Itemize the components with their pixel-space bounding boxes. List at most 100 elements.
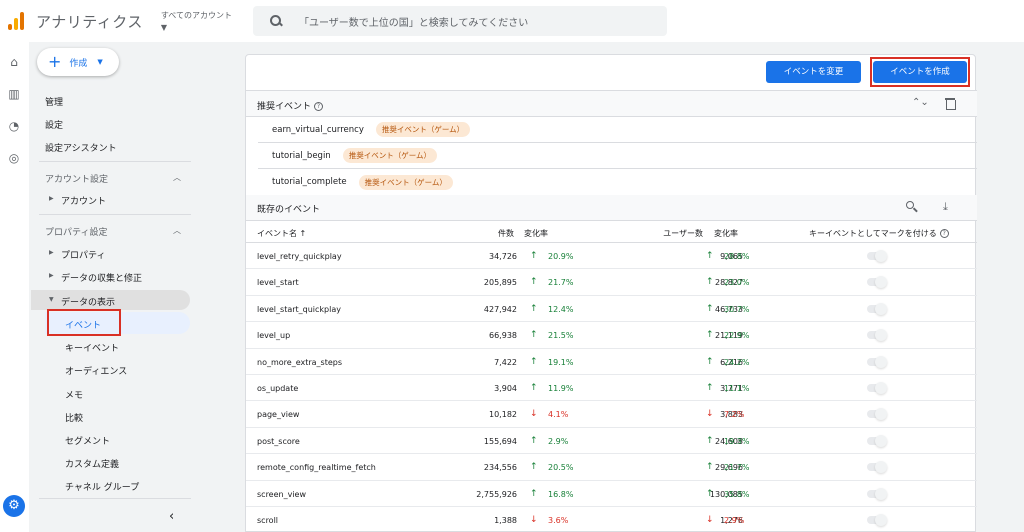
table-row[interactable]: level_retry_quickplay 34,726 ↑ 20.9% 9,065 ↑ 2…: [246, 243, 977, 270]
nav-key-events[interactable]: キーイベント: [65, 341, 119, 354]
event-name[interactable]: scroll: [257, 516, 278, 525]
key-event-toggle[interactable]: [865, 514, 887, 526]
column-header-change-rate-users[interactable]: 変化率: [714, 228, 738, 239]
expand-collapse-icon[interactable]: ⌃⌄: [912, 97, 929, 108]
table-row[interactable]: screen_view 2,755,926 ↑ 16.8% 130,085 ↑ 35.8%: [246, 481, 977, 507]
nav-comparison[interactable]: 比較: [65, 411, 83, 424]
event-name[interactable]: page_view: [257, 410, 299, 419]
users-change-rate: 30.7%: [724, 304, 750, 314]
triangle-down-icon: ▼: [49, 296, 54, 303]
nav-account-settings[interactable]: アカウント設定 ︿: [45, 172, 181, 185]
collapse-chevron-icon[interactable]: ‹: [169, 509, 174, 524]
count-change-rate: 4.1%: [548, 410, 569, 420]
nav-data-display[interactable]: ▼ データの表示: [49, 295, 115, 308]
help-icon[interactable]: ?: [314, 102, 324, 111]
nav-account[interactable]: ▶ アカウント: [49, 194, 106, 207]
table-row[interactable]: level_up 66,938 ↑ 21.5% 21,119 ↑ 22.9%: [246, 322, 977, 349]
count-change-rate: 20.5%: [548, 463, 574, 473]
recommended-event-row[interactable]: tutorial_begin 推奨イベント（ゲーム）: [258, 143, 977, 169]
nav-memo[interactable]: メモ: [65, 388, 83, 401]
arrow-up-icon: ↑: [706, 462, 714, 473]
users-change-rate: 19.3%: [724, 436, 750, 446]
table-row[interactable]: level_start_quickplay 427,942 ↑ 12.4% 46,733…: [246, 296, 977, 323]
plus-icon: +: [48, 51, 62, 71]
event-name[interactable]: level_up: [257, 331, 290, 340]
event-name[interactable]: level_start: [257, 278, 299, 287]
divider: [39, 214, 191, 215]
account-selector[interactable]: すべてのアカウント ▼: [161, 10, 232, 32]
key-event-toggle[interactable]: [865, 461, 887, 474]
explore-icon[interactable]: ◔: [6, 118, 22, 134]
column-header-users[interactable]: ユーザー数: [663, 228, 703, 239]
nav-data-collection-label: データの収集と修正: [61, 274, 143, 284]
arrow-up-icon: ↑: [530, 303, 538, 314]
recommended-event-name: earn_virtual_currency: [272, 124, 364, 135]
key-event-toggle[interactable]: [865, 487, 887, 500]
column-header-change-rate[interactable]: 変化率: [524, 228, 548, 239]
download-icon[interactable]: ⤓: [943, 200, 948, 214]
arrow-down-icon: ↓: [530, 515, 538, 525]
table-header: イベント名 ↑ 件数 変化率 ユーザー数 変化率 キーイベントとしてマークを付け…: [246, 221, 977, 243]
help-icon[interactable]: ?: [939, 229, 949, 238]
nav-settings[interactable]: 設定: [45, 118, 63, 131]
event-name[interactable]: level_retry_quickplay: [257, 252, 342, 261]
key-event-toggle[interactable]: [865, 355, 887, 368]
recommended-event-row[interactable]: tutorial_complete 推奨イベント（ゲーム）: [258, 169, 977, 195]
count-change-rate: 3.6%: [548, 516, 569, 525]
key-event-toggle[interactable]: [865, 250, 887, 262]
table-row[interactable]: no_more_extra_steps 7,422 ↑ 19.1% 6,216 ↑ 24.2…: [246, 349, 977, 375]
table-row[interactable]: os_update 3,904 ↑ 11.9% 3,771 ↑ 11.1%: [246, 375, 977, 402]
toggle-knob: [875, 276, 887, 289]
arrow-down-icon: ↓: [530, 409, 538, 420]
divider: [39, 498, 191, 499]
key-event-toggle[interactable]: [865, 302, 887, 315]
recommended-event-row[interactable]: earn_virtual_currency 推奨イベント（ゲーム）: [258, 117, 977, 143]
nav-custom-definitions[interactable]: カスタム定義: [65, 457, 119, 470]
nav-channel-groups[interactable]: チャネル グループ: [65, 480, 139, 493]
triangle-right-icon: ▶: [49, 195, 54, 202]
search-bar[interactable]: 「ユーザー数で上位の国」と検索してみてください: [253, 6, 667, 36]
column-header-count[interactable]: 件数: [498, 228, 514, 239]
change-event-button[interactable]: イベントを変更: [766, 61, 861, 83]
search-icon[interactable]: [906, 201, 918, 213]
users-change-rate: 24.2%: [724, 357, 750, 367]
users-change-rate: 28.8%: [724, 252, 750, 261]
create-button[interactable]: + 作成 ▼: [37, 48, 119, 76]
users-change-rate: 23.0%: [724, 278, 750, 288]
trash-icon[interactable]: [945, 97, 956, 110]
left-rail: ⌂ ▥ ◔ ◎ ⚙: [0, 42, 29, 532]
table-row[interactable]: scroll 1,388 ↓ 3.6% 1,276 ↓ 2.9%: [246, 507, 977, 532]
nav-setup-assistant[interactable]: 設定アシスタント: [45, 141, 117, 154]
table-row[interactable]: level_start 205,895 ↑ 21.7% 28,827 ↑ 23.0%: [246, 269, 977, 296]
nav-audiences[interactable]: オーディエンス: [65, 364, 127, 377]
event-name[interactable]: post_score: [257, 437, 300, 446]
home-icon[interactable]: ⌂: [6, 54, 22, 70]
key-event-toggle[interactable]: [865, 382, 887, 394]
nav-property-settings-label: プロパティ設定: [45, 228, 108, 238]
table-row[interactable]: page_view 10,182 ↓ 4.1% 3,883 ↓ 7.2%: [246, 401, 977, 428]
analytics-logo-icon[interactable]: [4, 7, 32, 35]
event-name[interactable]: remote_config_realtime_fetch: [257, 463, 376, 472]
event-count: 10,182: [489, 410, 517, 420]
nav-admin[interactable]: 管理: [45, 95, 63, 108]
advertising-icon[interactable]: ◎: [6, 150, 22, 166]
reports-icon[interactable]: ▥: [6, 86, 22, 102]
key-event-toggle[interactable]: [865, 434, 887, 447]
key-event-toggle[interactable]: [865, 276, 887, 289]
nav-data-collection[interactable]: ▶ データの収集と修正: [49, 271, 143, 284]
nav-property-settings[interactable]: プロパティ設定 ︿: [45, 225, 181, 238]
event-name[interactable]: no_more_extra_steps: [257, 358, 342, 367]
column-header-event-name[interactable]: イベント名 ↑: [257, 228, 306, 239]
event-name[interactable]: level_start_quickplay: [257, 305, 341, 314]
table-row[interactable]: remote_config_realtime_fetch 234,556 ↑ 20.5…: [246, 454, 977, 481]
nav-segments[interactable]: セグメント: [65, 434, 110, 447]
event-name[interactable]: os_update: [257, 384, 298, 393]
nav-property[interactable]: ▶ プロパティ: [49, 248, 105, 261]
key-event-toggle[interactable]: [865, 329, 887, 342]
event-name[interactable]: screen_view: [257, 490, 306, 499]
triangle-right-icon: ▶: [49, 249, 54, 256]
key-event-toggle[interactable]: [865, 408, 887, 421]
table-row[interactable]: post_score 155,694 ↑ 2.9% 24,608 ↑ 19.3%: [246, 428, 977, 455]
gear-icon[interactable]: ⚙: [3, 495, 25, 517]
toggle-knob: [875, 408, 887, 421]
